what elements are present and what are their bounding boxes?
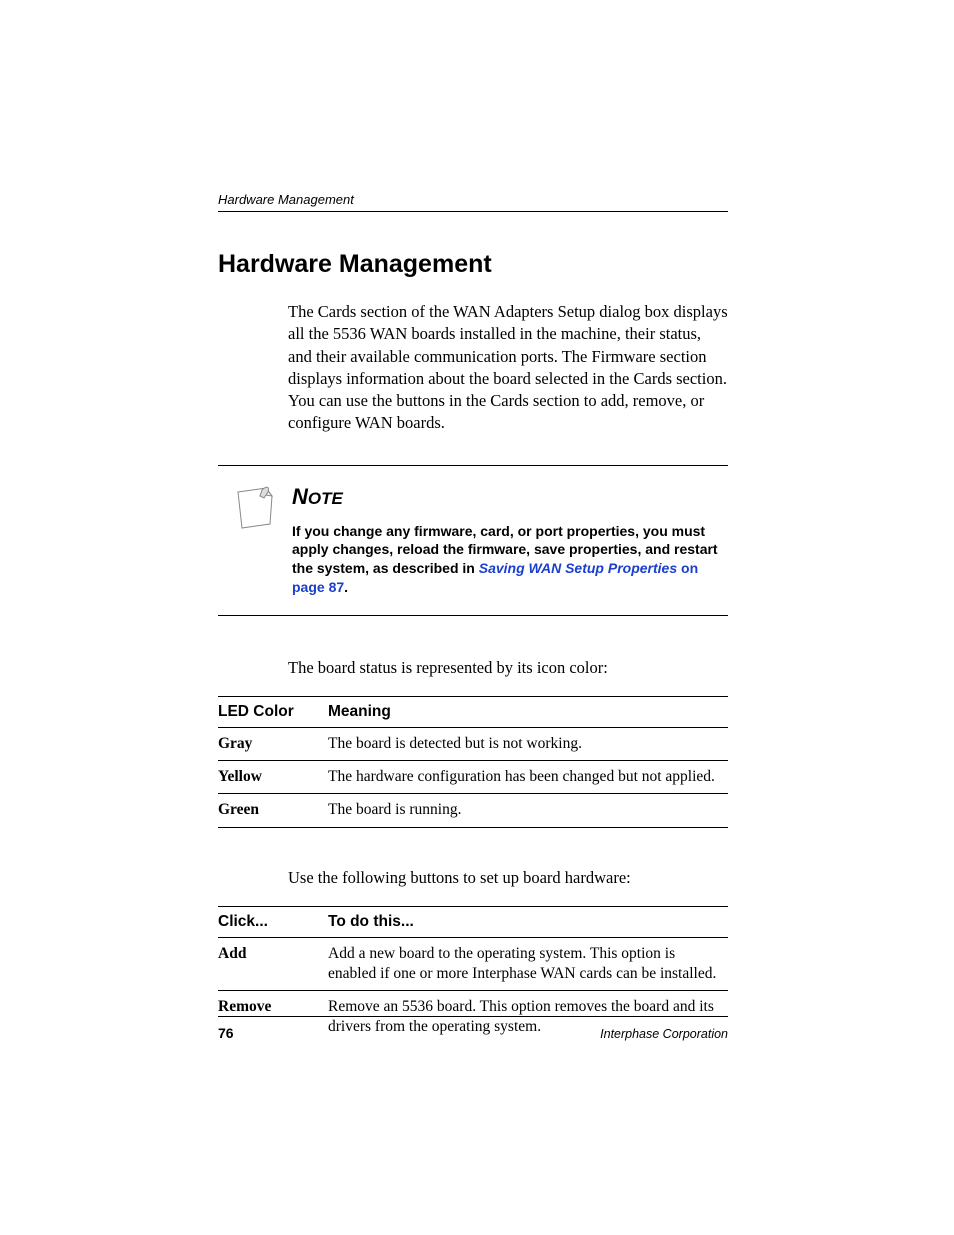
btn-table-header-col2: To do this... xyxy=(328,906,728,937)
table-row: Green The board is running. xyxy=(218,794,728,827)
led-color-cell: Yellow xyxy=(218,761,328,794)
led-table-header-col2: Meaning xyxy=(328,697,728,728)
note-heading-first: N xyxy=(292,484,308,509)
note-bottom-rule xyxy=(218,615,728,616)
header-rule xyxy=(218,211,728,212)
btn-table-header-col1: Click... xyxy=(218,906,328,937)
footer-rule xyxy=(218,1016,728,1017)
btn-click-cell: Add xyxy=(218,937,328,990)
led-color-cell: Gray xyxy=(218,728,328,761)
section-title: Hardware Management xyxy=(218,250,728,279)
led-color-table: LED Color Meaning Gray The board is dete… xyxy=(218,696,728,827)
note-heading: NOTE xyxy=(292,484,728,510)
table-row: Gray The board is detected but is not wo… xyxy=(218,728,728,761)
led-intro: The board status is represented by its i… xyxy=(288,658,728,678)
table-row: Add Add a new board to the operating sys… xyxy=(218,937,728,990)
led-meaning-cell: The board is running. xyxy=(328,794,728,827)
button-intro: Use the following buttons to set up boar… xyxy=(288,868,728,888)
note-heading-rest: OTE xyxy=(308,489,343,508)
intro-paragraph: The Cards section of the WAN Adapters Se… xyxy=(288,301,728,435)
note-top-rule xyxy=(218,465,728,466)
page-footer: 76 Interphase Corporation xyxy=(218,1016,728,1041)
led-meaning-cell: The hardware configuration has been chan… xyxy=(328,761,728,794)
led-table-header-col1: LED Color xyxy=(218,697,328,728)
page-number: 76 xyxy=(218,1025,234,1041)
led-meaning-cell: The board is detected but is not working… xyxy=(328,728,728,761)
note-link[interactable]: Saving WAN Setup Properties xyxy=(479,560,677,576)
table-row: Yellow The hardware configuration has be… xyxy=(218,761,728,794)
footer-corporation: Interphase Corporation xyxy=(600,1027,728,1041)
note-block: NOTE If you change any firmware, card, o… xyxy=(232,484,728,598)
btn-action-cell: Add a new board to the operating system.… xyxy=(328,937,728,990)
led-color-cell: Green xyxy=(218,794,328,827)
note-text-after: . xyxy=(344,579,348,595)
note-icon xyxy=(232,484,278,530)
note-text: If you change any firmware, card, or por… xyxy=(292,522,728,598)
running-header: Hardware Management xyxy=(218,192,728,207)
